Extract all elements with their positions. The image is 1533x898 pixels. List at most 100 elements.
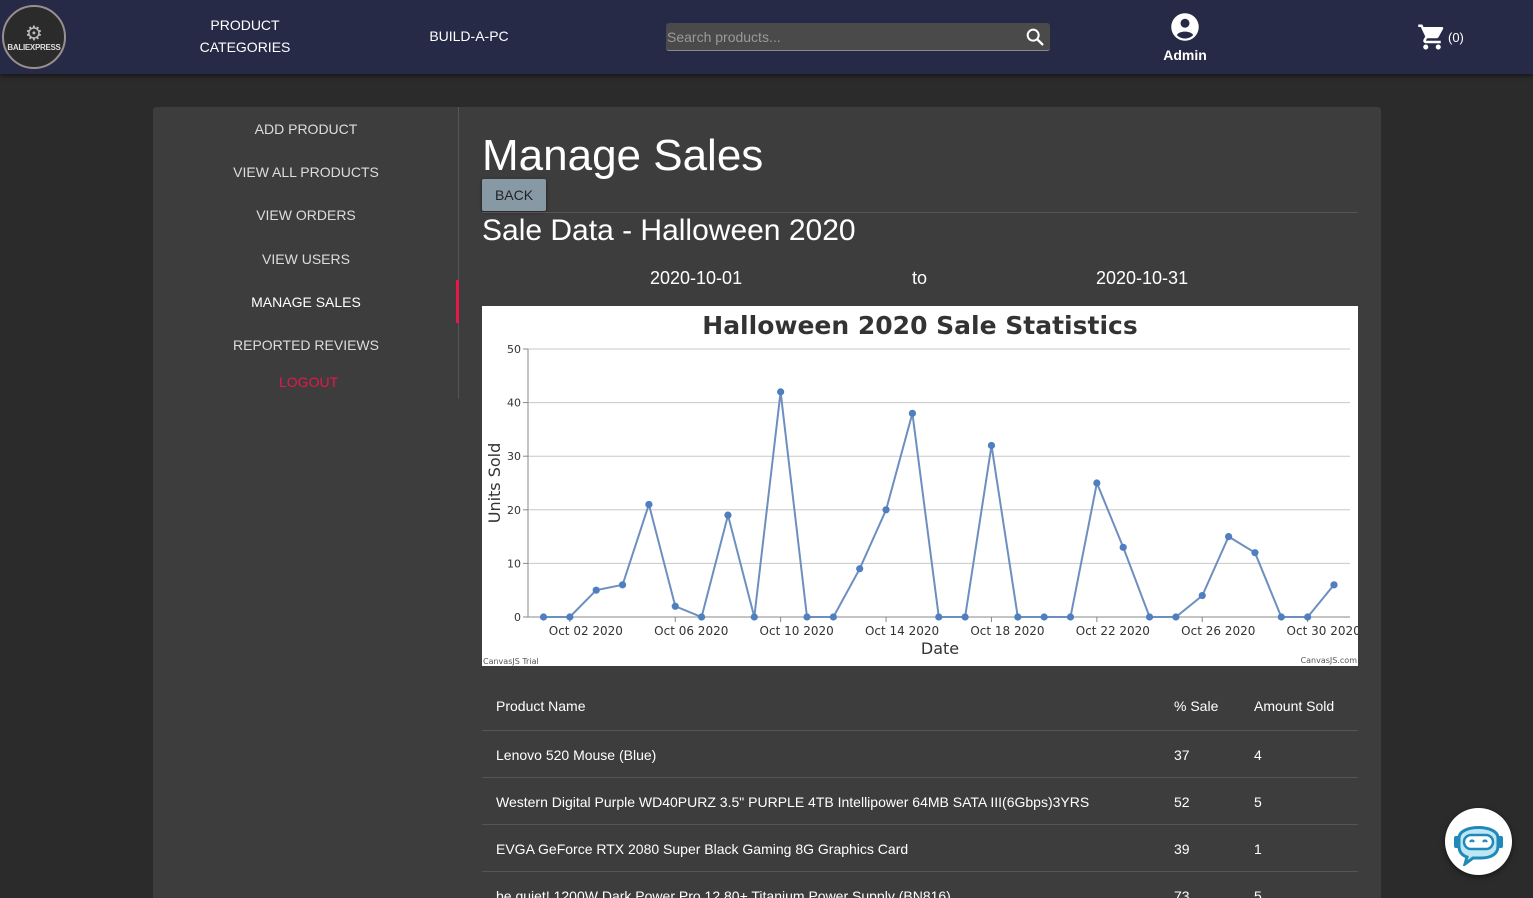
search-input[interactable] [666, 23, 1016, 51]
amount-sold-cell: 4 [1254, 747, 1262, 763]
data-point [1145, 613, 1154, 621]
chart-title: Halloween 2020 Sale Statistics [702, 311, 1137, 340]
data-point [592, 586, 600, 594]
x-tick-label: Oct 14 2020 [865, 624, 939, 638]
nav-product-categories[interactable]: PRODUCT CATEGORIES [195, 14, 295, 58]
data-point [566, 613, 574, 621]
x-tick-label: Oct 10 2020 [760, 624, 834, 638]
sidebar-item-view-all-products[interactable]: VIEW ALL PRODUCTS [153, 164, 459, 180]
amount-sold-cell: 5 [1254, 888, 1262, 898]
date-range-separator: to [912, 268, 928, 288]
chart-credit-right: CanvasJS.com [1301, 656, 1358, 665]
sidebar-item-view-users[interactable]: VIEW USERS [153, 251, 459, 267]
header-amount-sold: Amount Sold [1254, 698, 1335, 714]
chatbot-button[interactable] [1445, 808, 1512, 875]
chart-credit-left: CanvasJS Trial [483, 657, 539, 666]
y-tick-label: 50 [507, 343, 521, 356]
y-axis-label: Units Sold [485, 443, 504, 524]
x-tick-label: Oct 30 2020 [1287, 624, 1358, 638]
data-point [1277, 613, 1285, 621]
product-name-cell: Western Digital Purple WD40PURZ 3.5" PUR… [496, 794, 1090, 810]
logo-text: BALIEXPRESS [7, 42, 61, 52]
data-point [750, 613, 758, 621]
sidebar-item-add-product[interactable]: ADD PRODUCT [153, 121, 459, 137]
y-tick-label: 10 [507, 557, 521, 570]
site-logo[interactable]: ⚙ BALIEXPRESS [2, 5, 66, 69]
header-percent-sale: % Sale [1174, 698, 1219, 714]
data-point [539, 613, 548, 621]
gear-logo-icon: ⚙ [25, 20, 43, 45]
percent-sale-cell: 73 [1174, 888, 1190, 898]
admin-sidebar: ADD PRODUCT VIEW ALL PRODUCTS VIEW ORDER… [153, 107, 459, 399]
x-tick-label: Oct 02 2020 [549, 624, 623, 638]
product-name-cell: EVGA GeForce RTX 2080 Super Black Gaming… [496, 841, 909, 857]
logout-link[interactable]: LOGOUT [279, 374, 338, 390]
data-point [698, 613, 706, 621]
divider [482, 212, 1358, 213]
product-name-cell: be quiet! 1200W Dark Power Pro 12 80+ Ti… [496, 888, 951, 898]
amount-sold-cell: 5 [1254, 794, 1262, 810]
start-date: 2020-10-01 [650, 268, 743, 288]
table-row: be quiet! 1200W Dark Power Pro 12 80+ Ti… [482, 872, 1358, 898]
data-point [724, 511, 732, 519]
account-circle-icon [1171, 13, 1199, 41]
data-point [645, 500, 653, 509]
data-point [856, 565, 864, 573]
percent-sale-cell: 39 [1174, 841, 1190, 857]
page-title: Manage Sales [482, 131, 764, 180]
admin-panel: ADD PRODUCT VIEW ALL PRODUCTS VIEW ORDER… [153, 107, 1381, 898]
product-name-cell: Lenovo 520 Mouse (Blue) [496, 747, 657, 763]
data-point [882, 506, 890, 514]
shopping-cart-icon [1418, 24, 1444, 50]
x-axis-label: Date [921, 639, 959, 658]
y-tick-label: 20 [507, 504, 521, 517]
data-point [1172, 613, 1180, 621]
cart-count: (0) [1448, 29, 1464, 45]
admin-account[interactable]: Admin [1155, 12, 1215, 63]
x-tick-label: Oct 06 2020 [654, 624, 728, 638]
cart-button[interactable]: (0) [1417, 22, 1464, 52]
table-row: EVGA GeForce RTX 2080 Super Black Gaming… [482, 825, 1358, 872]
sidebar-item-manage-sales[interactable]: MANAGE SALES [153, 294, 459, 310]
data-point [618, 581, 627, 589]
data-point [961, 613, 969, 621]
search-bar [666, 23, 1050, 51]
percent-sale-cell: 52 [1174, 794, 1190, 810]
data-point [1304, 613, 1312, 621]
amount-sold-cell: 1 [1254, 841, 1262, 857]
y-tick-label: 0 [514, 611, 521, 624]
series-line [543, 391, 1335, 619]
data-point [1119, 543, 1127, 551]
data-point [1040, 613, 1048, 621]
y-tick-label: 40 [507, 397, 521, 410]
top-navbar: ⚙ BALIEXPRESS PRODUCT CATEGORIES BUILD-A… [0, 0, 1533, 74]
sale-title: Sale Data - Halloween 2020 [482, 214, 856, 247]
data-point [1330, 581, 1338, 589]
data-point [671, 602, 679, 610]
active-indicator [456, 280, 459, 323]
chatbot-icon [1454, 826, 1503, 866]
admin-label: Admin [1163, 47, 1207, 63]
data-point [829, 613, 837, 621]
x-tick-label: Oct 22 2020 [1076, 624, 1150, 638]
data-point [987, 441, 996, 450]
y-tick-label: 30 [507, 450, 521, 463]
end-date: 2020-10-31 [1096, 268, 1189, 288]
table-header-row: Product Name % Sale Amount Sold [482, 682, 1358, 731]
search-icon[interactable] [1024, 26, 1046, 48]
data-point [935, 613, 943, 621]
data-point [803, 613, 811, 621]
sidebar-item-reported-reviews[interactable]: REPORTED REVIEWS [153, 337, 459, 353]
data-point [1225, 533, 1233, 541]
data-point [1198, 591, 1206, 600]
back-button[interactable]: BACK [482, 179, 546, 211]
table-row: Lenovo 520 Mouse (Blue) 37 4 [482, 731, 1358, 778]
table-row: Western Digital Purple WD40PURZ 3.5" PUR… [482, 778, 1358, 825]
percent-sale-cell: 37 [1174, 747, 1190, 763]
x-tick-label: Oct 26 2020 [1181, 624, 1255, 638]
sales-table: Product Name % Sale Amount Sold Lenovo 5… [482, 682, 1358, 898]
data-point [1014, 613, 1022, 621]
nav-build-a-pc[interactable]: BUILD-A-PC [420, 25, 518, 47]
sidebar-item-view-orders[interactable]: VIEW ORDERS [153, 207, 459, 223]
data-point [1066, 613, 1075, 621]
